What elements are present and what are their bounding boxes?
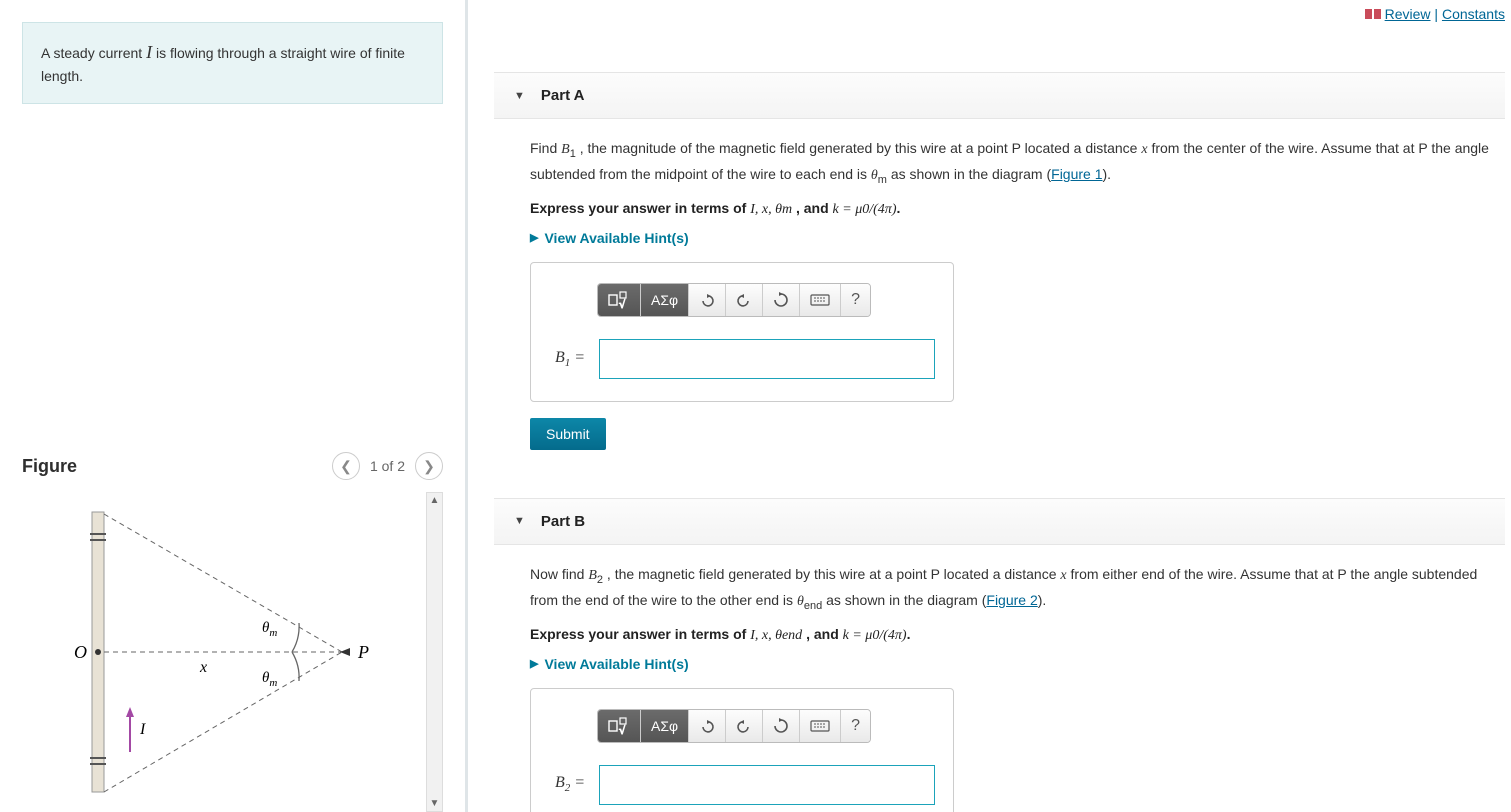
part-a-title: Part A <box>541 87 585 104</box>
label-theta-bot: θm <box>262 670 277 689</box>
label-P: P <box>357 642 369 662</box>
greek-button[interactable]: ΑΣφ <box>641 284 689 316</box>
figure-2-link[interactable]: Figure 2 <box>986 592 1037 608</box>
part-a-header[interactable]: ▼ Part A <box>494 72 1505 119</box>
undo-button[interactable] <box>689 284 726 316</box>
part-b-express: Express your answer in terms of I, x, θe… <box>530 626 1505 644</box>
label-x: x <box>199 659 207 676</box>
equation-toolbar: √ ΑΣφ ? <box>597 283 871 317</box>
figure-pager: 1 of 2 <box>370 458 405 474</box>
part-a-question: Find B1 , the magnitude of the magnetic … <box>530 137 1505 190</box>
part-b-title: Part B <box>541 513 585 530</box>
figure-scrollbar[interactable]: ▲ ▼ <box>426 492 443 812</box>
figure-next-button[interactable]: ❯ <box>415 452 443 480</box>
help-button[interactable]: ? <box>841 710 870 742</box>
svg-text:√: √ <box>619 725 626 735</box>
label-I: I <box>139 721 146 738</box>
template-button[interactable]: √ <box>598 284 641 316</box>
svg-text:√: √ <box>619 299 626 309</box>
review-icon <box>1365 7 1381 23</box>
part-b-question: Now find B2 , the magnetic field generat… <box>530 563 1505 616</box>
review-link[interactable]: Review <box>1385 6 1431 22</box>
equation-toolbar: √ ΑΣφ ? <box>597 709 871 743</box>
help-button[interactable]: ? <box>841 284 870 316</box>
answer-b-label: B2 = <box>555 774 585 794</box>
part-a-hints-link[interactable]: ▶ View Available Hint(s) <box>530 230 1505 246</box>
answer-a-input[interactable] <box>599 339 935 379</box>
template-button[interactable]: √ <box>598 710 641 742</box>
part-a-body: Find B1 , the magnitude of the magnetic … <box>494 119 1505 450</box>
answer-b-input[interactable] <box>599 765 935 805</box>
reset-button[interactable] <box>763 284 800 316</box>
top-links: Review | Constants <box>1365 6 1505 23</box>
greek-button[interactable]: ΑΣφ <box>641 710 689 742</box>
figure-nav: ❮ 1 of 2 ❯ <box>332 452 443 480</box>
reset-button[interactable] <box>763 710 800 742</box>
figure-section: Figure ❮ 1 of 2 ❯ <box>22 452 443 812</box>
part-b-body: Now find B2 , the magnetic field generat… <box>494 545 1505 812</box>
problem-statement: A steady current I is flowing through a … <box>22 22 443 104</box>
part-b-answer-box: √ ΑΣφ ? B2 = <box>530 688 954 812</box>
keyboard-button[interactable] <box>800 710 841 742</box>
part-b-hints-link[interactable]: ▶ View Available Hint(s) <box>530 656 1505 672</box>
left-panel: A steady current I is flowing through a … <box>0 0 468 812</box>
redo-button[interactable] <box>726 710 763 742</box>
keyboard-button[interactable] <box>800 284 841 316</box>
figure-title: Figure <box>22 456 77 477</box>
figure-canvas: O P x I θm θm <box>22 492 420 812</box>
label-O: O <box>74 642 87 662</box>
expand-icon: ▶ <box>530 657 538 670</box>
label-theta-top: θm <box>262 620 277 639</box>
figure-prev-button[interactable]: ❮ <box>332 452 360 480</box>
expand-icon: ▶ <box>530 231 538 244</box>
part-b-header[interactable]: ▼ Part B <box>494 498 1505 545</box>
part-a-express: Express your answer in terms of I, x, θm… <box>530 200 1505 218</box>
problem-text-before: A steady current <box>41 45 146 61</box>
scroll-up-icon[interactable]: ▲ <box>430 495 440 506</box>
part-a-answer-box: √ ΑΣφ ? B1 = <box>530 262 954 402</box>
collapse-icon: ▼ <box>514 90 525 102</box>
collapse-icon: ▼ <box>514 515 525 527</box>
right-panel: Review | Constants ▼ Part A Find B1 , th… <box>468 0 1511 812</box>
constants-link[interactable]: Constants <box>1442 6 1505 22</box>
answer-a-label: B1 = <box>555 349 585 369</box>
figure-1-link[interactable]: Figure 1 <box>1051 166 1102 182</box>
scroll-down-icon[interactable]: ▼ <box>430 798 440 809</box>
undo-button[interactable] <box>689 710 726 742</box>
redo-button[interactable] <box>726 284 763 316</box>
part-a-submit-button[interactable]: Submit <box>530 418 606 450</box>
